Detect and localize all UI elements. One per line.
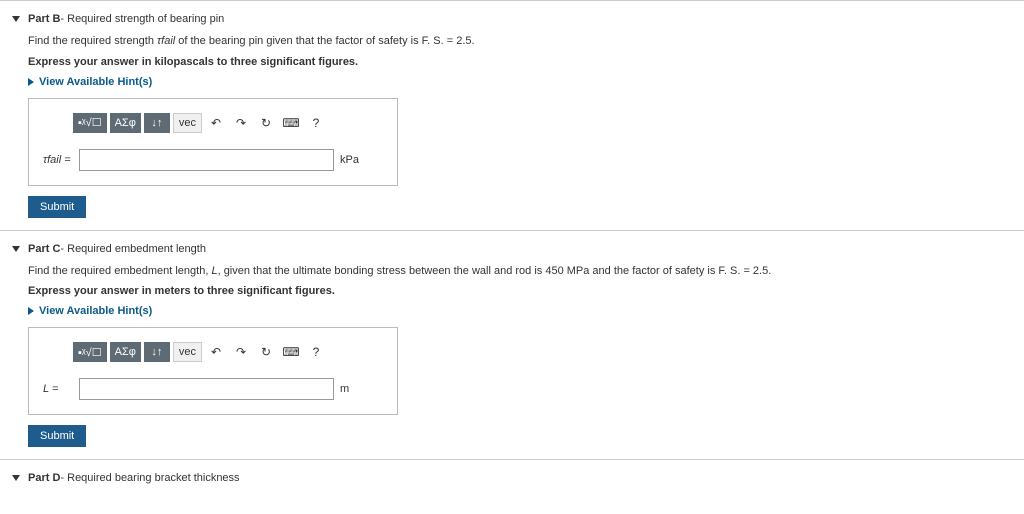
answer-input-c[interactable] [79, 378, 334, 400]
collapse-icon[interactable] [12, 16, 20, 22]
arrows-button[interactable]: ↓↑ [144, 113, 170, 133]
q-text: . [472, 35, 475, 47]
part-d: Part D - Required bearing bracket thickn… [0, 459, 1024, 494]
help-icon[interactable]: ? [305, 114, 327, 132]
equation-toolbar: ▪ᵡ√☐ ΑΣφ ↓↑ vec ↶ ↷ ↻ ⌨ ? [43, 113, 383, 133]
q-text: Find the required embedment length, [28, 265, 211, 277]
reset-icon[interactable]: ↻ [255, 343, 277, 361]
part-b-title: - Required strength of bearing pin [60, 13, 224, 25]
unit-b: kPa [340, 154, 359, 166]
q-text: . [768, 265, 771, 277]
q-fs: F. S. = 2.5 [718, 265, 768, 277]
answer-box-b: ▪ᵡ√☐ ΑΣφ ↓↑ vec ↶ ↷ ↻ ⌨ ? τfail = kPa [28, 98, 398, 186]
part-c-title: - Required embedment length [60, 243, 206, 255]
help-icon[interactable]: ? [305, 343, 327, 361]
var-label-c: L = [43, 383, 73, 395]
hints-toggle[interactable]: View Available Hint(s) [28, 76, 996, 88]
hints-label: View Available Hint(s) [39, 305, 152, 317]
template-button[interactable]: ▪ᵡ√☐ [73, 113, 107, 133]
part-b-instruct: Express your answer in kilopascals to th… [28, 56, 996, 68]
undo-icon[interactable]: ↶ [205, 343, 227, 361]
submit-button-b[interactable]: Submit [28, 196, 86, 218]
part-c-question: Find the required embedment length, L, g… [28, 263, 996, 280]
expand-icon [28, 307, 34, 315]
reset-icon[interactable]: ↻ [255, 114, 277, 132]
q-text: of the bearing pin given that the factor… [175, 35, 421, 47]
keyboard-icon[interactable]: ⌨ [280, 343, 302, 361]
answer-box-c: ▪ᵡ√☐ ΑΣφ ↓↑ vec ↶ ↷ ↻ ⌨ ? L = m [28, 327, 398, 415]
q-text: Find the required strength [28, 35, 157, 47]
q-fs: F. S. = 2.5 [422, 35, 472, 47]
vec-button[interactable]: vec [173, 113, 202, 133]
part-d-label: Part D [28, 472, 60, 484]
var-label-b: τfail = [43, 154, 73, 166]
part-d-header[interactable]: Part D - Required bearing bracket thickn… [0, 468, 1024, 492]
equation-toolbar: ▪ᵡ√☐ ΑΣφ ↓↑ vec ↶ ↷ ↻ ⌨ ? [43, 342, 383, 362]
part-b-label: Part B [28, 13, 60, 25]
part-c-header[interactable]: Part C - Required embedment length [0, 239, 1024, 263]
part-c-instruct: Express your answer in meters to three s… [28, 285, 996, 297]
q-text: , given that the ultimate bonding stress… [218, 265, 567, 277]
submit-button-c[interactable]: Submit [28, 425, 86, 447]
collapse-icon[interactable] [12, 475, 20, 481]
arrows-button[interactable]: ↓↑ [144, 342, 170, 362]
expand-icon [28, 78, 34, 86]
part-d-title: - Required bearing bracket thickness [60, 472, 239, 484]
part-c-label: Part C [28, 243, 60, 255]
answer-input-b[interactable] [79, 149, 334, 171]
part-c-body: Find the required embedment length, L, g… [0, 263, 1024, 448]
part-c: Part C - Required embedment length Find … [0, 230, 1024, 460]
input-row-c: L = m [43, 378, 383, 400]
collapse-icon[interactable] [12, 246, 20, 252]
unit-c: m [340, 383, 349, 395]
hints-toggle[interactable]: View Available Hint(s) [28, 305, 996, 317]
q-var: τfail [157, 35, 175, 47]
redo-icon[interactable]: ↷ [230, 114, 252, 132]
redo-icon[interactable]: ↷ [230, 343, 252, 361]
keyboard-icon[interactable]: ⌨ [280, 114, 302, 132]
part-b-question: Find the required strength τfail of the … [28, 33, 996, 50]
undo-icon[interactable]: ↶ [205, 114, 227, 132]
vec-button[interactable]: vec [173, 342, 202, 362]
greek-button[interactable]: ΑΣφ [110, 113, 141, 133]
q-text: and the factor of safety is [589, 265, 718, 277]
greek-button[interactable]: ΑΣφ [110, 342, 141, 362]
hints-label: View Available Hint(s) [39, 76, 152, 88]
part-b: Part B - Required strength of bearing pi… [0, 0, 1024, 230]
template-button[interactable]: ▪ᵡ√☐ [73, 342, 107, 362]
input-row-b: τfail = kPa [43, 149, 383, 171]
q-unit: MPa [567, 265, 590, 277]
part-b-header[interactable]: Part B - Required strength of bearing pi… [0, 9, 1024, 33]
part-b-body: Find the required strength τfail of the … [0, 33, 1024, 218]
